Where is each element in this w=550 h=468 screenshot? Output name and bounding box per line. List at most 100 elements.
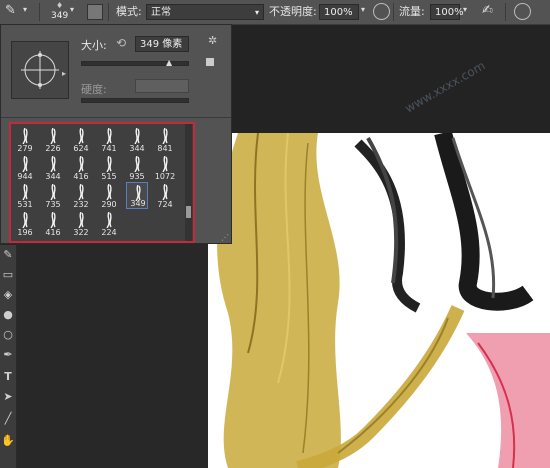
- brush-preset-item[interactable]: 349: [126, 182, 148, 209]
- brush-preset-item[interactable]: 515: [98, 154, 120, 181]
- brush-preset-item[interactable]: 290: [98, 182, 120, 209]
- brush-preset-item[interactable]: 841: [154, 126, 176, 153]
- flow-dropdown-icon[interactable]: ▾: [463, 5, 467, 14]
- brush-preset-item[interactable]: 416: [70, 154, 92, 181]
- scrollbar-thumb[interactable]: [186, 206, 191, 218]
- brush-preset-item[interactable]: 226: [42, 126, 64, 153]
- brush-preset-item[interactable]: 935: [126, 154, 148, 181]
- hardness-field: [135, 79, 189, 93]
- opacity-dropdown-icon[interactable]: ▾: [361, 5, 365, 14]
- brush-preset-item[interactable]: 531: [14, 182, 36, 209]
- brush-preset-item[interactable]: 624: [70, 126, 92, 153]
- brush-preset-item[interactable]: 196: [14, 210, 36, 237]
- pressure-size-icon[interactable]: [514, 3, 531, 20]
- hair-brush-tip-icon: [78, 128, 84, 144]
- document-canvas[interactable]: [208, 133, 550, 468]
- hair-brush-tip-icon: [162, 184, 168, 200]
- brush-panel-toggle-icon[interactable]: [87, 4, 103, 20]
- gear-icon[interactable]: ✲: [208, 34, 217, 47]
- chevron-down-icon[interactable]: ▾: [23, 5, 27, 14]
- hair-brush-tip-icon: [106, 212, 112, 228]
- hair-brush-tip-icon: [78, 156, 84, 172]
- flow-label: 流量:: [399, 5, 425, 18]
- brush-preset-item[interactable]: 344: [126, 126, 148, 153]
- brush-preset-item[interactable]: 741: [98, 126, 120, 153]
- hair-brush-tip-icon: [134, 128, 140, 144]
- brush-size-label: 841: [157, 144, 173, 153]
- brush-preset-item[interactable]: 279: [14, 126, 36, 153]
- brush-size-label: 531: [17, 200, 33, 209]
- brush-preset-item[interactable]: 724: [154, 182, 176, 209]
- opacity-label: 不透明度:: [269, 5, 317, 18]
- options-bar: ✎ ▾ ♦ 349 ▾ 模式: 正常 ▾ 不透明度: 100% ▾ 流量: 10…: [0, 0, 550, 25]
- reset-size-icon[interactable]: ⟲: [116, 36, 126, 50]
- brush-size-label: 416: [45, 228, 61, 237]
- brush-preset-item[interactable]: 224: [98, 210, 120, 237]
- brush-size-label: 226: [45, 144, 61, 153]
- mode-select[interactable]: 正常 ▾: [146, 4, 264, 20]
- brush-size-label: 279: [17, 144, 33, 153]
- brush-angle-preview[interactable]: [11, 41, 69, 99]
- brush-size-label: 741: [101, 144, 117, 153]
- brush-size-label: 344: [45, 172, 61, 181]
- paint-bucket-icon[interactable]: ◈: [1, 287, 15, 303]
- airbrush-icon[interactable]: ✍: [482, 3, 493, 18]
- brush-tool-icon[interactable]: ✎: [5, 3, 16, 18]
- brush-size-label: 322: [73, 228, 89, 237]
- size-label: 大小:: [81, 39, 107, 52]
- dodge-icon[interactable]: ○: [1, 327, 15, 343]
- brush-size-label: 515: [101, 172, 117, 181]
- brush-size-label: 935: [129, 172, 145, 181]
- opacity-field[interactable]: 100%: [319, 4, 359, 20]
- brush-size-label: 416: [73, 172, 89, 181]
- brush-preset-picker: ▸ 大小: ⟲ 349 像素 ✲ ▲ 硬度: 279 226 624 741 344 84…: [0, 24, 232, 244]
- size-field[interactable]: 349 像素: [135, 36, 189, 52]
- size-slider-thumb[interactable]: ▲: [166, 58, 172, 67]
- brush-angle-icon: [21, 51, 59, 89]
- brush-preset-item[interactable]: 1072: [154, 154, 176, 181]
- blur-icon[interactable]: ●: [1, 307, 15, 323]
- type-tool-icon[interactable]: T: [1, 369, 15, 385]
- brush-size-label: 224: [101, 228, 117, 237]
- hand-tool-icon[interactable]: ✋: [1, 433, 15, 449]
- brush-preset-item[interactable]: 232: [70, 182, 92, 209]
- size-slider[interactable]: [81, 61, 189, 66]
- brush-preset-item[interactable]: 322: [70, 210, 92, 237]
- hair-brush-tip-icon: [78, 212, 84, 228]
- hair-brush-strokes-image: [217, 133, 550, 468]
- hair-brush-tip-icon: [162, 156, 168, 172]
- brush-icon[interactable]: ✎: [1, 247, 15, 263]
- hair-brush-tip-icon: [78, 184, 84, 200]
- line-tool-icon[interactable]: ╱: [1, 411, 15, 427]
- brush-size-preset[interactable]: 349: [51, 11, 68, 21]
- eraser-icon[interactable]: ▭: [1, 267, 15, 283]
- hair-brush-tip-icon: [22, 128, 28, 144]
- brush-size-label: 349: [130, 199, 146, 208]
- path-selection-icon[interactable]: ➤: [1, 389, 15, 405]
- hair-brush-tip-icon: [50, 156, 56, 172]
- brush-preset-item[interactable]: 735: [42, 182, 64, 209]
- hair-brush-tip-icon: [22, 156, 28, 172]
- flow-field[interactable]: 100%: [430, 4, 464, 20]
- pressure-opacity-icon[interactable]: [373, 3, 390, 20]
- brush-size-label: 344: [129, 144, 145, 153]
- brush-tip-icon[interactable]: ♦: [56, 1, 63, 10]
- brush-size-label: 196: [17, 228, 33, 237]
- brush-preset-item[interactable]: 944: [14, 154, 36, 181]
- new-preset-icon[interactable]: [206, 58, 214, 66]
- hair-brush-tip-icon: [106, 128, 112, 144]
- brush-grid: 279 226 624 741 344 841 944 344 416 515 935 1072 531…: [9, 122, 195, 243]
- mode-label: 模式:: [116, 5, 142, 18]
- brush-size-label: 624: [73, 144, 89, 153]
- brush-grid-scrollbar[interactable]: [185, 124, 192, 241]
- hardness-label: 硬度:: [81, 83, 107, 96]
- resize-grip-icon[interactable]: ⋰: [221, 233, 229, 242]
- hair-brush-tip-icon: [106, 156, 112, 172]
- hair-brush-tip-icon: [22, 212, 28, 228]
- hair-brush-tip-icon: [50, 184, 56, 200]
- brush-preset-item[interactable]: 416: [42, 210, 64, 237]
- hair-brush-tip-icon: [106, 184, 112, 200]
- brush-preset-item[interactable]: 344: [42, 154, 64, 181]
- brush-preset-dropdown-icon[interactable]: ▾: [70, 5, 74, 14]
- pen-icon[interactable]: ✒: [1, 347, 15, 363]
